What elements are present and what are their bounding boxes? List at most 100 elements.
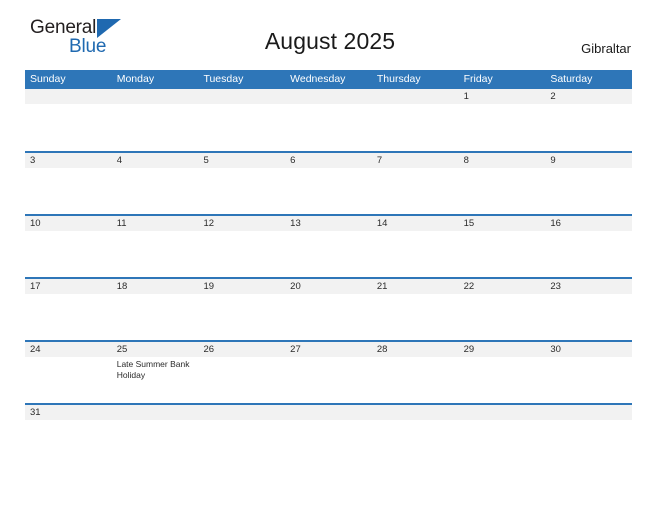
day-cell[interactable]: 25 Late Summer Bank Holiday (112, 342, 199, 403)
day-cell[interactable]: 28 (372, 342, 459, 403)
event-label: Late Summer Bank Holiday (116, 359, 190, 380)
day-number: 20 (290, 281, 301, 292)
day-cell[interactable] (112, 405, 199, 433)
day-cell[interactable]: 23 (545, 279, 632, 340)
event-label (377, 294, 459, 296)
event-label (30, 420, 112, 422)
day-number (117, 89, 199, 104)
day-number: 9 (550, 155, 556, 166)
day-cell[interactable]: 6 (285, 153, 372, 214)
event-label (203, 231, 285, 233)
day-number: 12 (203, 218, 215, 229)
day-cell[interactable]: 11 (112, 216, 199, 277)
weekday-header-tuesday: Tuesday (203, 73, 244, 85)
day-number (290, 89, 372, 104)
weekday-header-saturday: Saturday (550, 73, 593, 85)
day-number: 22 (463, 281, 475, 292)
location-label: Gibraltar (581, 41, 631, 56)
day-cell[interactable]: 3 (25, 153, 112, 214)
event-label (203, 420, 285, 422)
day-cells: 17 18 19 20 21 22 23 (25, 279, 632, 340)
event-label (203, 168, 285, 170)
day-cell[interactable]: 21 (372, 279, 459, 340)
day-cell[interactable]: 31 (25, 405, 112, 433)
day-number: 18 (116, 281, 128, 292)
event-label (464, 168, 546, 170)
day-cell[interactable]: 1 (459, 89, 546, 151)
day-cell[interactable]: 30 (545, 342, 632, 403)
day-number (117, 405, 199, 420)
event-label (117, 294, 199, 296)
week-row: 24 25 Late Summer Bank Holiday 26 27 28 2… (25, 340, 632, 403)
day-cell[interactable]: 16 (545, 216, 632, 277)
day-cell[interactable]: 12 (198, 216, 285, 277)
event-label (290, 168, 372, 170)
event-label (290, 294, 372, 296)
day-cell[interactable] (372, 89, 459, 151)
day-cell[interactable]: 15 (459, 216, 546, 277)
day-number: 26 (203, 344, 215, 355)
week-row: 1 2 (25, 89, 632, 151)
event-label (377, 231, 459, 233)
event-label (550, 231, 632, 233)
day-cell[interactable] (545, 405, 632, 433)
day-cell[interactable]: 2 (545, 89, 632, 151)
event-label (377, 168, 459, 170)
weekday-header-wednesday: Wednesday (290, 73, 346, 85)
day-cell[interactable]: 7 (372, 153, 459, 214)
day-number (203, 89, 285, 104)
day-cell[interactable]: 29 (459, 342, 546, 403)
event-label (30, 168, 112, 170)
day-cell[interactable]: 10 (25, 216, 112, 277)
day-cell[interactable]: 17 (25, 279, 112, 340)
event-label (30, 231, 112, 233)
day-number (550, 405, 632, 420)
day-cell[interactable] (112, 89, 199, 151)
day-cell[interactable] (25, 89, 112, 151)
day-cell[interactable] (198, 89, 285, 151)
day-cells: 31 (25, 405, 632, 433)
day-number: 3 (30, 155, 36, 166)
day-number: 23 (550, 281, 561, 292)
event-label (377, 104, 459, 106)
week-row: 31 (25, 403, 632, 433)
event-label (290, 420, 372, 422)
day-number (377, 89, 459, 104)
day-cell[interactable]: 22 (459, 279, 546, 340)
day-cell[interactable]: 19 (198, 279, 285, 340)
day-number: 11 (116, 218, 127, 229)
day-cell[interactable]: 4 (112, 153, 199, 214)
event-label (550, 420, 632, 422)
day-cell[interactable]: 8 (459, 153, 546, 214)
day-number: 13 (290, 218, 301, 229)
weekday-header-monday: Monday (116, 73, 155, 85)
day-cell[interactable]: 9 (545, 153, 632, 214)
day-number: 5 (203, 155, 209, 166)
day-cell[interactable]: 13 (285, 216, 372, 277)
day-cell[interactable]: 20 (285, 279, 372, 340)
day-number: 28 (376, 344, 388, 355)
day-cell[interactable] (372, 405, 459, 433)
day-cell[interactable]: 26 (198, 342, 285, 403)
day-cell[interactable] (285, 89, 372, 151)
event-label (550, 104, 632, 106)
day-number: 24 (30, 344, 41, 355)
event-label (550, 357, 632, 359)
day-number: 1 (463, 91, 469, 102)
day-cell[interactable]: 14 (372, 216, 459, 277)
day-cell[interactable] (285, 405, 372, 433)
day-number (203, 405, 285, 420)
weekday-header-sunday: Sunday (30, 73, 66, 85)
day-cell[interactable] (459, 405, 546, 433)
day-number: 30 (550, 344, 561, 355)
day-number (464, 405, 546, 420)
event-label (117, 104, 199, 106)
day-number: 10 (30, 218, 41, 229)
day-cell[interactable]: 5 (198, 153, 285, 214)
day-cell[interactable]: 18 (112, 279, 199, 340)
day-number: 8 (463, 155, 469, 166)
day-cell[interactable]: 24 (25, 342, 112, 403)
calendar-grid: Sunday Monday Tuesday Wednesday Thursday… (25, 70, 632, 433)
day-cell[interactable]: 27 (285, 342, 372, 403)
day-cell[interactable] (198, 405, 285, 433)
